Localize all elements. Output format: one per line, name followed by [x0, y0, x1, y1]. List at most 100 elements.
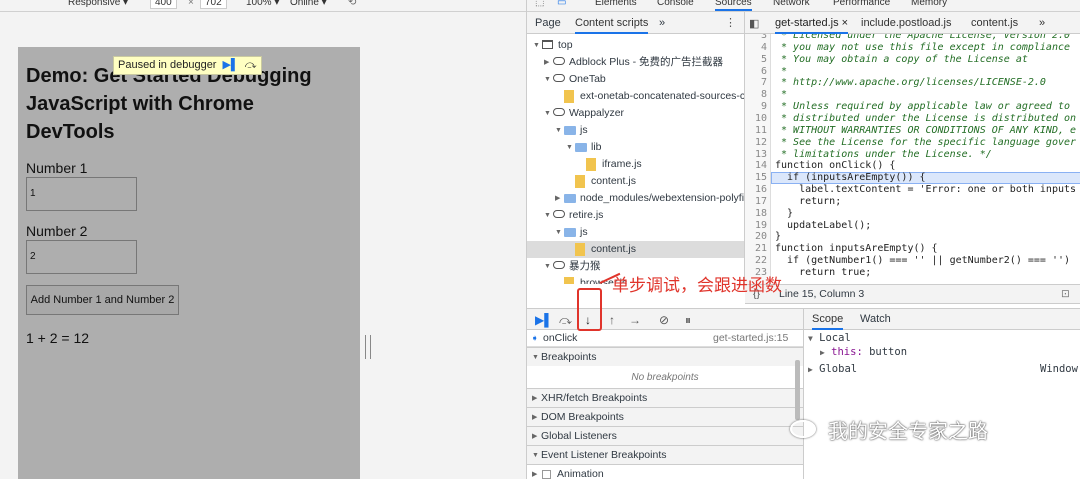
line-number[interactable]: 15	[745, 172, 767, 184]
device-toggle-icon[interactable]: ▭	[557, 0, 566, 8]
expanded-arrow-icon[interactable]: ▼	[544, 71, 551, 88]
editor-tab-include-postload[interactable]: include.postload.js	[861, 17, 952, 29]
code-line[interactable]: * limitations under the License. */	[775, 149, 992, 161]
tree-item[interactable]: ▼ retire.js	[527, 207, 744, 224]
line-number[interactable]: 9	[745, 101, 767, 113]
line-number[interactable]: 18	[745, 208, 767, 220]
resize-handle[interactable]	[365, 335, 371, 359]
event-animation-item[interactable]: ▶ Animation	[527, 464, 803, 479]
tree-folder[interactable]: ▼ js	[527, 224, 744, 241]
rotate-icon[interactable]: ⟲	[348, 0, 356, 8]
expanded-arrow-icon[interactable]: ▼	[544, 105, 551, 122]
step-over-icon[interactable]: ⤼	[245, 57, 257, 74]
code-line[interactable]: return;	[775, 196, 841, 208]
tree-item[interactable]: ▼ Wappalyzer	[527, 105, 744, 122]
line-number[interactable]: 4	[745, 42, 767, 54]
tree-item[interactable]: ▶ Adblock Plus - 免费的广告拦截器	[527, 54, 744, 71]
resume-icon[interactable]: ▶▌	[222, 57, 238, 74]
tab-page[interactable]: Page	[535, 17, 561, 29]
expanded-arrow-icon[interactable]: ▼	[533, 37, 540, 54]
tab-elements[interactable]: Elements	[595, 0, 637, 8]
line-number[interactable]: 7	[745, 77, 767, 89]
device-height-input[interactable]: 702	[200, 0, 227, 9]
deactivate-breakpoints-icon[interactable]: ⊘	[659, 313, 669, 327]
expanded-arrow-icon[interactable]: ▼	[544, 258, 551, 275]
code-line[interactable]: }	[775, 231, 781, 243]
scope-this[interactable]: ▶ this: button	[820, 346, 907, 358]
line-number[interactable]: 8	[745, 89, 767, 101]
tree-item[interactable]: ▼ OneTab	[527, 71, 744, 88]
code-line[interactable]: * You may obtain a copy of the License a…	[775, 54, 1028, 66]
step-icon[interactable]: →	[629, 313, 641, 327]
editor-tab-content[interactable]: content.js	[971, 17, 1018, 29]
code-line[interactable]: updateLabel();	[775, 220, 871, 232]
tree-file[interactable]: content.js	[527, 241, 744, 258]
section-breakpoints[interactable]: ▼ Breakpoints	[527, 347, 803, 366]
tree-folder[interactable]: ▼ lib	[527, 139, 744, 156]
tree-folder[interactable]: ▼ js	[527, 122, 744, 139]
code-editor[interactable]: 3 4 5 6 7 8 9 10 11 12 13 14 15 16 17 18 19 20 21 22 23 * Li…	[745, 34, 1080, 284]
section-xhr-breakpoints[interactable]: ▶ XHR/fetch Breakpoints	[527, 388, 803, 407]
inspect-icon[interactable]: ⬚	[535, 0, 544, 8]
editor-tab-get-started[interactable]: get-started.js ×	[775, 17, 849, 34]
collapsed-arrow-icon[interactable]: ▶	[555, 190, 560, 207]
code-line[interactable]: * See the License for the specific langu…	[775, 137, 1076, 149]
line-number[interactable]: 5	[745, 54, 767, 66]
line-number[interactable]: 10	[745, 113, 767, 125]
line-number[interactable]: 16	[745, 184, 767, 196]
line-number[interactable]: 3	[745, 34, 767, 42]
tab-content-scripts[interactable]: Content scripts	[575, 17, 649, 34]
tab-watch[interactable]: Watch	[860, 313, 891, 325]
step-out-icon[interactable]: ↑	[609, 313, 615, 327]
add-numbers-button[interactable]: Add Number 1 and Number 2	[26, 285, 179, 315]
pause-on-exceptions-icon[interactable]: ⏸	[685, 313, 691, 328]
animation-checkbox[interactable]	[542, 470, 551, 479]
tree-file[interactable]: ext-onetab-concatenated-sources-c	[527, 88, 744, 105]
line-gutter[interactable]: 3 4 5 6 7 8 9 10 11 12 13 14 15 16 17 18 19 20 21 22 23	[745, 34, 771, 284]
scope-local[interactable]: ▼ Local	[808, 332, 851, 344]
code-line[interactable]: * Licensed under the Apache License, Ver…	[775, 34, 1070, 42]
expanded-arrow-icon[interactable]: ▼	[544, 207, 551, 224]
tab-memory[interactable]: Memory	[911, 0, 947, 8]
line-number[interactable]: 14	[745, 160, 767, 172]
number2-input[interactable]: 2	[26, 240, 137, 274]
coverage-icon[interactable]: ⊡	[1061, 285, 1070, 303]
line-number[interactable]: 22	[745, 255, 767, 267]
scope-global[interactable]: ▶ Global	[808, 363, 857, 375]
tab-network[interactable]: Network	[773, 0, 810, 8]
code-line[interactable]: if (getNumber1() === '' || getNumber2() …	[775, 255, 1070, 267]
line-number[interactable]: 17	[745, 196, 767, 208]
tab-console[interactable]: Console	[657, 0, 694, 8]
number1-input[interactable]: 1	[26, 177, 137, 211]
expanded-arrow-icon[interactable]: ▼	[555, 224, 562, 241]
tree-file[interactable]: content.js	[527, 173, 744, 190]
code-line[interactable]: }	[775, 208, 793, 220]
step-over-icon[interactable]: ⤼	[559, 313, 572, 328]
editor-tab-more[interactable]: »	[1039, 17, 1045, 29]
tab-scope[interactable]: Scope	[812, 313, 844, 330]
code-line[interactable]: * Unless required by applicable law or a…	[775, 101, 1070, 113]
line-number[interactable]: 19	[745, 220, 767, 232]
section-event-listener-breakpoints[interactable]: ▼ Event Listener Breakpoints	[527, 445, 803, 464]
code-line[interactable]: return true;	[775, 267, 871, 279]
line-number[interactable]: 6	[745, 66, 767, 78]
section-global-listeners[interactable]: ▶ Global Listeners	[527, 426, 803, 445]
code-line[interactable]: * http://www.apache.org/licenses/LICENSE…	[775, 77, 1046, 89]
resume-icon[interactable]: ▶▌	[535, 313, 553, 327]
tab-more[interactable]: »	[659, 17, 665, 29]
more-menu-icon[interactable]: ⋮	[725, 16, 736, 29]
tree-file[interactable]: iframe.js	[527, 156, 744, 173]
line-number[interactable]: 20	[745, 231, 767, 243]
expanded-arrow-icon[interactable]: ▼	[555, 122, 562, 139]
tab-performance[interactable]: Performance	[833, 0, 890, 8]
tab-sources[interactable]: Sources	[715, 0, 752, 11]
code-line[interactable]: * WITHOUT WARRANTIES OR CONDITIONS OF AN…	[775, 125, 1076, 137]
tree-item[interactable]: ▼ top	[527, 37, 744, 54]
code-line[interactable]: function inputsAreEmpty() {	[775, 243, 938, 255]
toggle-navigator-icon[interactable]: ◧	[749, 17, 759, 30]
throttle-select[interactable]: Online ▾	[290, 0, 327, 8]
zoom-select[interactable]: 100% ▾	[246, 0, 279, 8]
line-number[interactable]: 13	[745, 149, 767, 161]
code-line[interactable]: *	[775, 89, 787, 101]
tree-folder[interactable]: ▶ node_modules/webextension-polyfil	[527, 190, 744, 207]
